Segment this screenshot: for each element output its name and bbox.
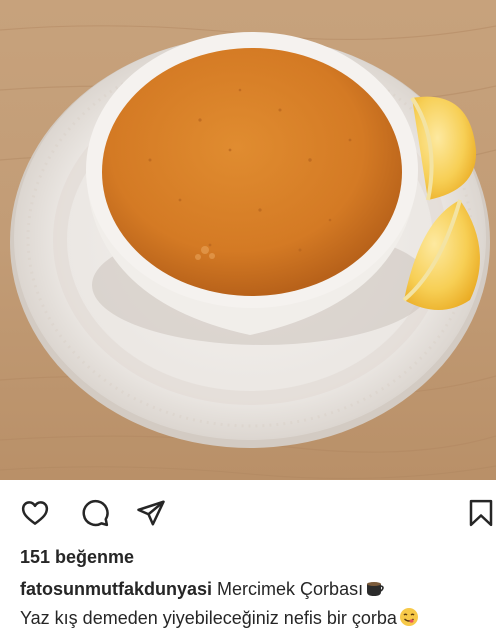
caption-title: Mercimek Çorbası — [217, 579, 364, 599]
action-bar — [0, 480, 496, 544]
caption-first-line: fatosunmutfakdunyasi Mercimek Çorbası — [20, 576, 490, 605]
likes-count[interactable]: 151 beğenme — [20, 547, 134, 568]
comment-icon[interactable] — [80, 498, 110, 528]
caption-text: Yaz kış demeden yiyebileceğiniz nefis bi… — [20, 608, 397, 628]
paper-plane-icon[interactable] — [136, 498, 166, 528]
caption: fatosunmutfakdunyasi Mercimek Çorbası Ya… — [20, 576, 490, 634]
bookmark-icon[interactable] — [466, 498, 496, 528]
post-photo[interactable] — [0, 0, 496, 480]
tea-cup-icon — [365, 579, 385, 605]
caption-second-line: Yaz kış demeden yiyebileceğiniz nefis bi… — [20, 605, 490, 634]
yummy-face-icon — [399, 607, 419, 634]
username[interactable]: fatosunmutfakdunyasi — [20, 579, 212, 599]
heart-icon[interactable] — [20, 498, 50, 528]
